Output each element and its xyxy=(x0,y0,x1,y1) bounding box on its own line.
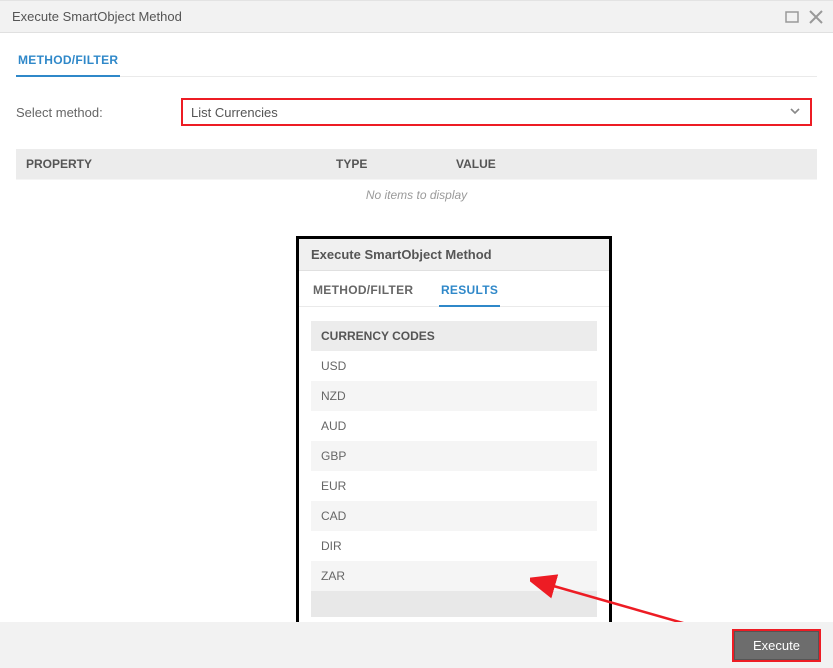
result-row: ZAR xyxy=(311,561,597,591)
overlay-body: CURRENCY CODES USD NZD AUD GBP EUR CAD D… xyxy=(299,307,609,631)
col-type: TYPE xyxy=(336,157,456,171)
col-value: VALUE xyxy=(456,157,817,171)
result-row: NZD xyxy=(311,381,597,411)
maximize-icon[interactable] xyxy=(781,6,803,28)
result-row: AUD xyxy=(311,411,597,441)
result-row: CAD xyxy=(311,501,597,531)
overlay-tabs: METHOD/FILTER RESULTS xyxy=(299,271,609,307)
window-controls xyxy=(781,6,827,28)
dialog-footer: Execute xyxy=(0,622,833,668)
close-icon[interactable] xyxy=(805,6,827,28)
select-method-label: Select method: xyxy=(16,105,182,120)
select-method-row: Select method: List Currencies xyxy=(16,99,817,125)
select-method-wrap: List Currencies xyxy=(182,99,811,125)
result-row: EUR xyxy=(311,471,597,501)
result-row: GBP xyxy=(311,441,597,471)
execute-smartobject-dialog: Execute SmartObject Method METHOD/FILTER… xyxy=(0,0,833,212)
overlay-tab-results[interactable]: RESULTS xyxy=(439,277,500,307)
execute-button[interactable]: Execute xyxy=(734,631,819,660)
result-row-empty xyxy=(311,591,597,617)
select-method-value: List Currencies xyxy=(191,105,278,120)
tab-method-filter[interactable]: METHOD/FILTER xyxy=(16,47,120,77)
dialog-titlebar: Execute SmartObject Method xyxy=(0,1,833,33)
dialog-content: METHOD/FILTER Select method: List Curren… xyxy=(0,33,833,212)
select-method-dropdown[interactable]: List Currencies xyxy=(182,99,811,125)
dialog-title: Execute SmartObject Method xyxy=(12,9,182,24)
grid-empty-text: No items to display xyxy=(16,179,817,212)
chevron-down-icon xyxy=(788,104,802,121)
overlay-tab-method-filter[interactable]: METHOD/FILTER xyxy=(311,277,415,305)
col-property: PROPERTY xyxy=(16,157,336,171)
overlay-title: Execute SmartObject Method xyxy=(299,239,609,271)
properties-grid-header: PROPERTY TYPE VALUE xyxy=(16,149,817,179)
results-column-header: CURRENCY CODES xyxy=(311,321,597,351)
result-row: DIR xyxy=(311,531,597,561)
results-overlay-dialog: Execute SmartObject Method METHOD/FILTER… xyxy=(296,236,612,634)
main-tabs: METHOD/FILTER xyxy=(16,43,817,77)
result-row: USD xyxy=(311,351,597,381)
